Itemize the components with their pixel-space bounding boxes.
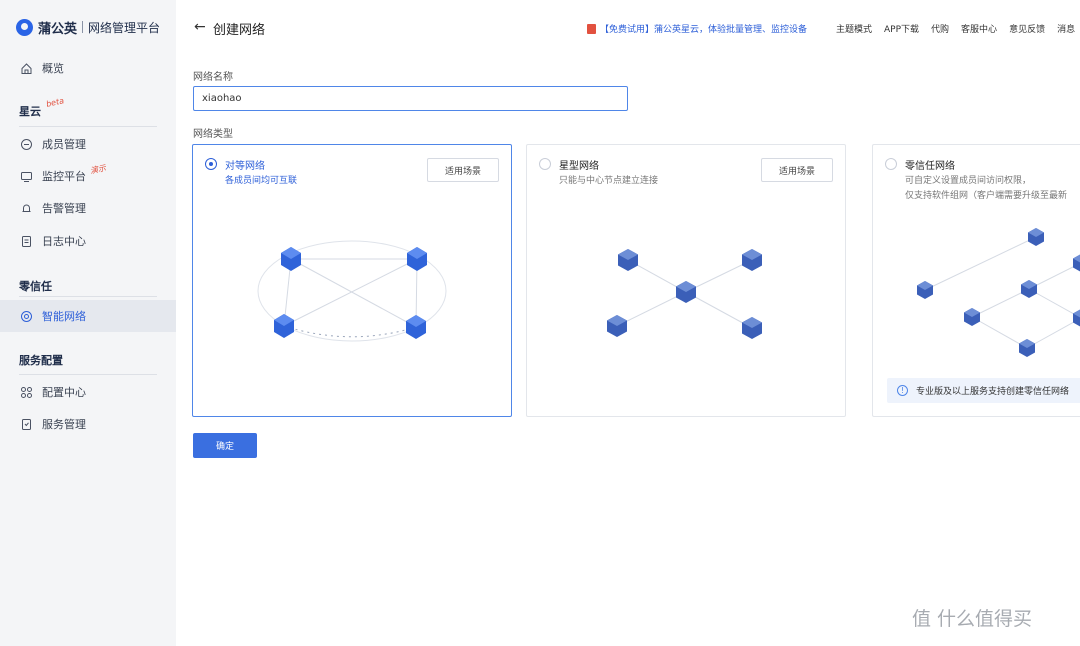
link-theme[interactable]: 主题模式 [836,22,872,35]
card-desc: 各成员间均可互联 [225,176,298,186]
group-title-nebula: 星云 [19,105,41,118]
node-cube-center [676,281,696,303]
brand-name: 蒲公英 [38,21,78,37]
node-cube [607,315,627,337]
sidebar-item-smart-network[interactable]: 智能网络 [0,300,176,332]
sidebar-item-label: 监控平台 [42,170,86,183]
beta-tag: beta [45,96,65,109]
sidebar-item-config-center[interactable]: 配置中心 [0,376,176,408]
network-type-card-zero-trust[interactable]: 零信任网络 可自定义设置成员间访问权限， 仅支持软件组网（客户端需要升级至最新 … [872,144,1080,417]
star-topology-diagram [607,249,762,339]
zero-trust-topology-diagram [917,228,1080,357]
link-purchase[interactable]: 代购 [931,22,949,35]
scenario-button[interactable]: 适用场景 [427,158,499,182]
network-name-label: 网络名称 [193,72,233,83]
upgrade-notice: ! 专业版及以上服务支持创建零信任网络 [887,378,1080,403]
app-root: 蒲公英 网络管理平台 概览 星云 beta 成员管理 监控平台 演示 告警管理 … [0,0,1080,646]
card-title: 零信任网络 [905,161,955,172]
node-cube [742,317,762,339]
watermark: 值 什么值得买 [912,604,1032,631]
link-messages[interactable]: 消息 [1057,22,1075,35]
link-support[interactable]: 客服中心 [961,22,997,35]
radio-button[interactable] [885,158,897,170]
node-cube [917,281,933,299]
peer-topology-diagram [257,240,447,342]
network-icon [20,310,33,323]
members-icon [20,138,33,151]
back-arrow-icon[interactable]: ← [194,19,206,35]
brand-divider [82,21,84,33]
logo-icon [16,18,33,36]
sidebar-item-label: 日志中心 [42,235,86,248]
sidebar-item-label: 告警管理 [42,202,86,215]
sidebar-item-label: 智能网络 [42,310,86,323]
radio-button[interactable] [205,158,217,170]
sidebar-item-service-manage[interactable]: 服务管理 [0,408,176,440]
network-type-card-peer[interactable]: 对等网络 各成员间均可互联 适用场景 [192,144,512,417]
sidebar-item-label: 配置中心 [42,386,86,399]
radio-button[interactable] [539,158,551,170]
info-icon: ! [897,385,908,396]
group-divider [19,296,157,297]
group-divider [19,374,157,375]
network-name-input[interactable] [193,86,628,111]
network-type-label: 网络类型 [193,129,233,140]
gift-icon [587,23,596,34]
log-icon [20,235,33,248]
node-cube [1028,228,1044,246]
group-title-service-config: 服务配置 [19,354,63,367]
confirm-button[interactable]: 确定 [193,433,257,458]
top-links: 主题模式 APP下载 代购 客服中心 意见反馈 消息 [836,22,1080,35]
node-cube [406,315,426,339]
sidebar-item-members[interactable]: 成员管理 [0,128,176,160]
node-cube [618,249,638,271]
link-feedback[interactable]: 意见反馈 [1009,22,1045,35]
sidebar: 蒲公英 网络管理平台 概览 星云 beta 成员管理 监控平台 演示 告警管理 … [0,0,176,646]
node-cube [1019,339,1035,357]
node-cube [964,308,980,326]
brand-platform: 网络管理平台 [88,20,161,35]
sidebar-item-overview[interactable]: 概览 [0,52,176,84]
card-desc: 可自定义设置成员间访问权限， 仅支持软件组网（客户端需要升级至最新 [905,176,1068,201]
header: ← 创建网络 【免费试用】蒲公英星云，体验批量管理、监控设备 主题模式 APP下… [176,0,1080,56]
network-type-card-star[interactable]: 星型网络 只能与中心节点建立连接 适用场景 [526,144,846,417]
node-cube [1073,254,1080,272]
watermark-text: 值 什么值得买 [912,608,1033,630]
promo-text: 【免费试用】蒲公英星云，体验批量管理、监控设备 [600,25,808,35]
monitor-icon [20,170,33,183]
card-title: 星型网络 [559,161,599,172]
node-cube [274,314,294,338]
node-cube [1073,309,1080,327]
node-cube [281,247,301,271]
group-divider [19,126,157,127]
sidebar-item-logs[interactable]: 日志中心 [0,225,176,257]
notice-text: 专业版及以上服务支持创建零信任网络 [916,387,1070,397]
sidebar-item-alerts[interactable]: 告警管理 [0,192,176,224]
grid-icon [20,386,33,399]
sidebar-item-label: 成员管理 [42,138,86,151]
sidebar-item-label: 服务管理 [42,418,86,431]
node-cube [742,249,762,271]
promo-link[interactable]: 【免费试用】蒲公英星云，体验批量管理、监控设备 [587,22,807,35]
node-cube [1021,280,1037,298]
card-title: 对等网络 [225,161,265,172]
sidebar-item-label: 概览 [42,62,64,75]
service-icon [20,418,33,431]
bell-icon [20,202,33,215]
card-desc: 只能与中心节点建立连接 [559,176,659,186]
home-icon [20,62,33,75]
page-title: 创建网络 [213,23,266,38]
scenario-button[interactable]: 适用场景 [761,158,833,182]
link-app-download[interactable]: APP下载 [884,22,919,35]
group-title-zero-trust: 零信任 [19,280,52,293]
brand[interactable]: 蒲公英 网络管理平台 [16,17,160,37]
node-cube [407,247,427,271]
